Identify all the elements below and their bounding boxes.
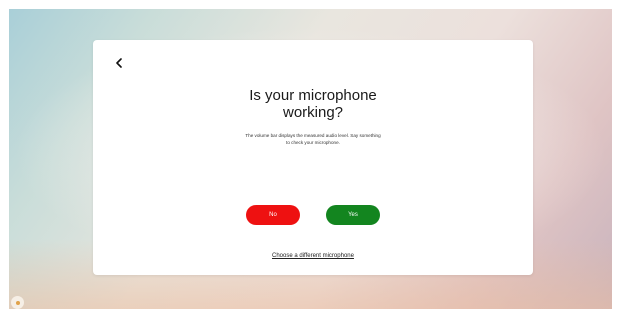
no-button[interactable]: No	[246, 205, 300, 225]
dialog-description-line-1: The volume bar displays the measured aud…	[245, 133, 381, 138]
dialog-description: The volume bar displays the measured aud…	[223, 133, 403, 146]
microphone-check-dialog: Is your microphone working? The volume b…	[93, 40, 533, 275]
dialog-description-line-2: to check your microphone.	[286, 139, 340, 145]
avatar-icon[interactable]	[11, 296, 24, 309]
back-button[interactable]	[111, 54, 127, 72]
choose-different-microphone-link[interactable]: Choose a different microphone	[93, 253, 533, 259]
app-background: Is your microphone working? The volume b…	[9, 9, 612, 309]
avatar-dot	[15, 300, 20, 305]
dialog-title: Is your microphone working?	[93, 87, 533, 121]
dialog-title-line-2: working?	[282, 104, 344, 121]
dialog-title-line-1: Is your microphone	[249, 87, 377, 104]
yes-button[interactable]: Yes	[326, 205, 380, 225]
chevron-left-icon	[116, 58, 122, 68]
